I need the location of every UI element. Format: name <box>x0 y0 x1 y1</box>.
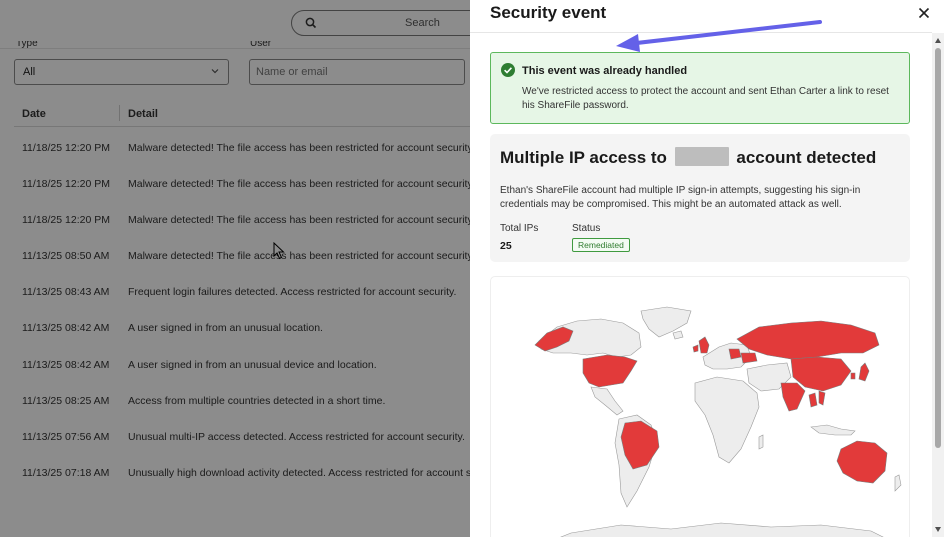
map-region-poland <box>728 348 742 360</box>
map-region-madagascar <box>758 434 764 450</box>
map-region-vietnam <box>818 390 826 406</box>
handled-heading: This event was already handled <box>522 65 688 77</box>
total-ips-label: Total IPs <box>500 223 539 234</box>
map-region-united-states <box>582 354 638 388</box>
map-region-ukraine <box>740 352 758 364</box>
handled-alert: This event was already handled We've res… <box>490 52 910 124</box>
status-badge: Remediated <box>572 238 630 252</box>
map-region-antarctica <box>560 522 884 537</box>
map-region-greenland <box>640 306 692 338</box>
event-title-suffix: account detected <box>736 148 877 167</box>
map-region-india <box>780 382 806 412</box>
event-title: Multiple IP access to account detected <box>500 147 876 168</box>
map-region-indonesia <box>810 424 856 436</box>
map-region-thailand <box>808 392 818 408</box>
map-region-new-zealand <box>894 474 902 492</box>
map-region-iceland <box>672 330 684 340</box>
modal-backdrop[interactable] <box>0 0 470 537</box>
panel-title: Security event <box>490 3 607 22</box>
map-region-ireland <box>692 344 699 353</box>
event-title-prefix: Multiple IP access to <box>500 148 667 167</box>
check-circle-icon <box>501 63 515 77</box>
close-icon[interactable] <box>917 6 931 20</box>
world-map <box>534 306 902 537</box>
handled-body: We've restricted access to protect the a… <box>522 86 889 111</box>
map-region-mexico <box>590 386 624 416</box>
map-region-russia <box>736 320 880 360</box>
map-region-japan <box>858 362 870 382</box>
total-ips-value: 25 <box>500 240 512 252</box>
event-summary-card: Multiple IP access to account detected E… <box>490 134 910 262</box>
security-event-panel: Security event This event was already ha… <box>470 0 944 537</box>
map-region-united-kingdom <box>698 336 710 354</box>
panel-header-divider <box>470 32 932 33</box>
event-description: Ethan's ShareFile account had multiple I… <box>500 185 861 210</box>
redacted-account-name <box>674 147 729 166</box>
scroll-down-icon[interactable] <box>935 527 941 532</box>
scrollbar-thumb[interactable] <box>935 48 941 448</box>
map-region-africa <box>694 376 760 464</box>
panel-scrollbar[interactable] <box>932 33 944 537</box>
ip-world-map-card <box>490 276 910 537</box>
status-label: Status <box>572 223 601 234</box>
map-region-south-korea <box>850 372 856 380</box>
scroll-up-icon[interactable] <box>935 38 941 43</box>
map-region-australia <box>836 440 888 484</box>
